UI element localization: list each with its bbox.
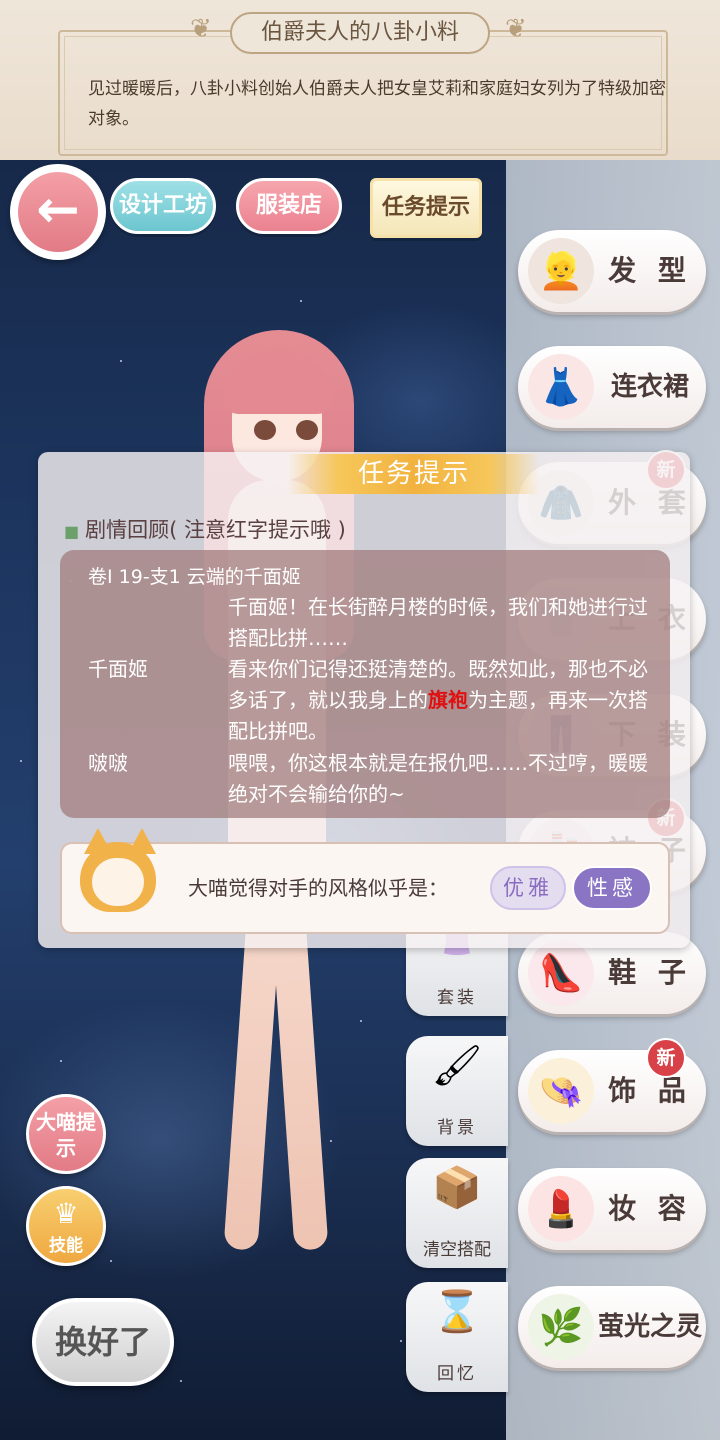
tool-label: 回忆 (437, 1364, 477, 1384)
done-button[interactable]: 换好了 (32, 1298, 174, 1386)
clear-outfit-button[interactable]: 📦 清空搭配 (406, 1158, 508, 1268)
tool-label: 清空搭配 (423, 1240, 491, 1260)
dialogue-text: 千面姬！在长街醉月楼的时候，我们和她进行过搭配比拼…… (228, 595, 648, 650)
category-label: 连衣裙 (610, 372, 689, 402)
chapter-title: 卷I 19-支1 云端的千面姬 (88, 566, 301, 588)
memory-button[interactable]: ⌛ 回忆 (406, 1282, 508, 1392)
skill-button[interactable]: ♛ 技能 (26, 1186, 106, 1266)
dialog-title-bar: 任务提示 (288, 454, 540, 494)
category-label: 妆 容 (608, 1192, 692, 1225)
shoes-icon: 👠 (528, 940, 594, 1006)
character-eye-right (296, 420, 318, 440)
hat-icon: 👒 (528, 1058, 594, 1124)
big-cat-mascot-icon (76, 824, 162, 928)
dialogue-text: 喂喂，你这根本就是在报仇吧……不过哼，暖暖绝对不会输给你的~ (228, 751, 648, 806)
banner-title: 伯爵夫人的八卦小料 (260, 20, 459, 45)
category-label: 萤光之灵 (598, 1312, 703, 1342)
banner-text: 见过暖暖后，八卦小料创始人伯爵夫人把女皇艾莉和家庭妇女列为了特级加密对象。 (88, 79, 666, 129)
back-button[interactable]: ← (10, 164, 106, 260)
banner-title-plate: 伯爵夫人的八卦小料 (230, 12, 490, 54)
style-hint-text: 大喵觉得对手的风格似乎是： (188, 876, 448, 900)
tool-label: 背景 (437, 1118, 477, 1138)
tool-label: 套装 (437, 988, 477, 1008)
red-keyword: 旗袍 (428, 688, 468, 712)
task-hint-dialog: 任务提示 ■ 剧情回顾( 注意红字提示哦 ) 卷I 19-支1 云端的千面姬 千面… (38, 452, 690, 948)
winged-dress-icon: ♛ (53, 1197, 79, 1230)
cat-hint-button[interactable]: 大喵提示 (26, 1094, 106, 1174)
design-workshop-button[interactable]: 设计工坊 (110, 178, 216, 234)
branch-icon: 🌿 (528, 1294, 594, 1360)
story-recap-header: ■ 剧情回顾( 注意红字提示哦 ) (64, 514, 346, 544)
hourglass-icon: ⌛ (432, 1289, 482, 1335)
makeup-icon: 💄 (528, 1176, 594, 1242)
dialogue-speaker: 千面姬 (88, 657, 148, 681)
dialogue-speaker: 啵啵 (88, 751, 128, 775)
clothing-shop-button[interactable]: 服装店 (236, 178, 342, 234)
dialogue-text: 看来你们记得还挺清楚的。既然如此，那也不必多话了，就以我身上的旗袍为主题，再来一… (228, 657, 648, 743)
opponent-style-hint: 大喵觉得对手的风格似乎是： 优雅 性感 (60, 828, 670, 934)
dress-icon: 👗 (528, 354, 594, 420)
hair-icon: 👱 (528, 238, 594, 304)
back-arrow-icon: ← (18, 172, 98, 252)
category-dress-button[interactable]: 👗 连衣裙 (518, 346, 706, 428)
new-badge: 新 (646, 1038, 686, 1078)
category-hair-button[interactable]: 👱 发 型 (518, 230, 706, 312)
story-recap-label: 剧情回顾( 注意红字提示哦 ) (85, 518, 346, 542)
task-hint-button[interactable]: 任务提示 (370, 178, 482, 238)
dialog-title: 任务提示 (357, 459, 470, 489)
book-icon: ■ (64, 522, 80, 541)
category-makeup-button[interactable]: 💄 妆 容 (518, 1168, 706, 1250)
category-label: 发 型 (608, 254, 692, 287)
ornament-right-icon: ❦ (505, 14, 527, 44)
story-recap-box[interactable]: 卷I 19-支1 云端的千面姬 千面姬！在长街醉月楼的时候，我们和她进行过搭配比… (60, 550, 670, 818)
ornament-left-icon: ❦ (190, 14, 212, 44)
category-firefly-button[interactable]: 🌿 萤光之灵 (518, 1286, 706, 1368)
style-tag-elegant: 优雅 (490, 866, 566, 910)
paintbrush-icon: 🖌 (431, 1043, 483, 1089)
style-tag-sexy: 性感 (572, 866, 652, 910)
gossip-banner: ❦ ❦ 伯爵夫人的八卦小料 见过暖暖后，八卦小料创始人伯爵夫人把女皇艾莉和家庭妇… (0, 0, 720, 160)
background-button[interactable]: 🖌 背景 (406, 1036, 508, 1146)
character-eye-left (254, 420, 276, 440)
skill-label: 技能 (49, 1236, 83, 1256)
clear-box-icon: 📦 (432, 1165, 482, 1211)
category-accessory-button[interactable]: 👒 饰 品 新 (518, 1038, 706, 1132)
